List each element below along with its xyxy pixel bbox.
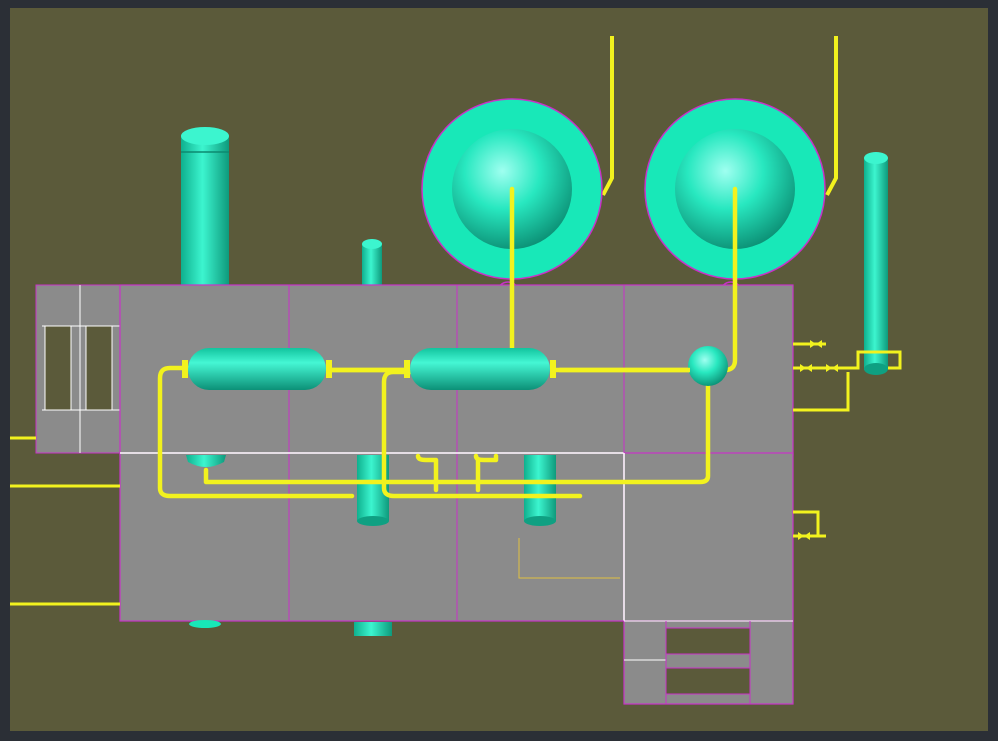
piping-model-drawing[interactable] <box>0 0 998 741</box>
small-vertical-vessel[interactable] <box>362 239 382 289</box>
horizontal-drum-1[interactable] <box>182 348 332 390</box>
small-knockout-sphere[interactable] <box>688 346 728 386</box>
right-vertical-column[interactable] <box>864 152 888 375</box>
horizontal-drum-2[interactable] <box>404 348 556 390</box>
model-viewport[interactable] <box>0 0 998 741</box>
lower-vessel-2[interactable] <box>524 455 556 526</box>
tall-vertical-vessel[interactable] <box>181 127 229 295</box>
